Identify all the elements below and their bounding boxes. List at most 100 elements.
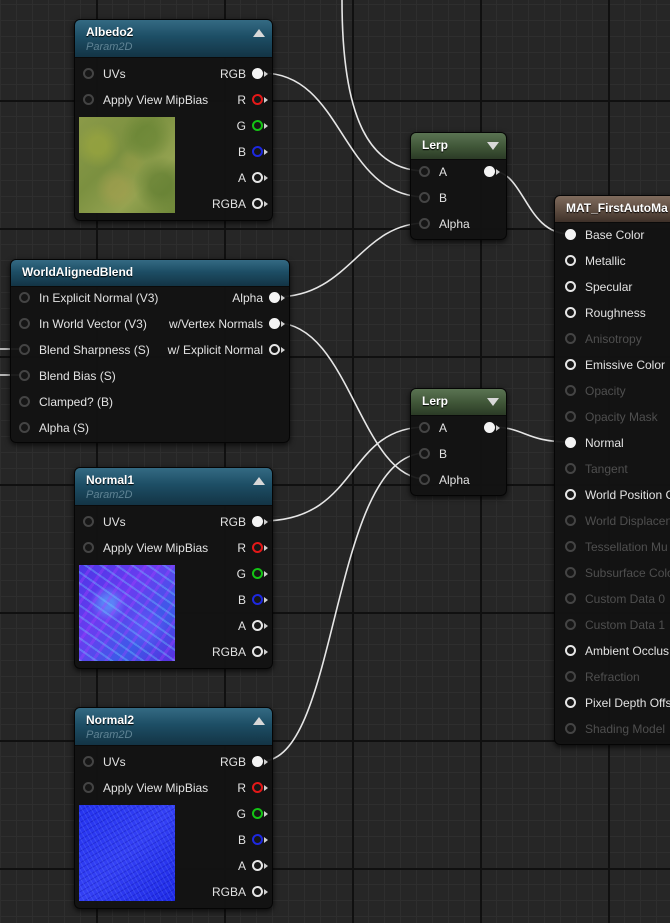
pin-icon[interactable] xyxy=(83,542,94,554)
pin-icon[interactable] xyxy=(252,146,263,158)
pin-icon[interactable] xyxy=(19,396,30,408)
collapse-icon[interactable] xyxy=(253,29,265,37)
pin-icon[interactable] xyxy=(252,94,263,106)
output-r[interactable]: R xyxy=(237,778,268,798)
pin-icon[interactable] xyxy=(565,697,576,709)
pin-icon[interactable] xyxy=(419,218,430,230)
output-rgba[interactable]: RGBA xyxy=(212,642,268,662)
output-g[interactable]: G xyxy=(237,564,268,584)
input-alpha[interactable]: Alpha xyxy=(419,470,470,490)
lerp2-node[interactable]: Lerp A B Alpha xyxy=(410,388,507,496)
input-b[interactable]: B xyxy=(419,188,447,208)
output-rgba[interactable]: RGBA xyxy=(212,194,268,214)
output-result[interactable] xyxy=(484,162,500,182)
pin-icon[interactable] xyxy=(565,255,576,267)
pin-icon[interactable] xyxy=(419,448,430,460)
pin-icon[interactable] xyxy=(269,318,280,330)
pin-icon[interactable] xyxy=(252,860,263,872)
output-b[interactable]: B xyxy=(238,590,268,610)
collapse-icon[interactable] xyxy=(487,142,499,150)
output-vertex-normals[interactable]: w/Vertex Normals xyxy=(169,314,285,334)
albedo2-header[interactable]: Albedo2 Param2D xyxy=(75,20,272,58)
pin-icon[interactable] xyxy=(565,307,576,319)
lerp2-header[interactable]: Lerp xyxy=(411,389,506,416)
collapse-icon[interactable] xyxy=(253,717,265,725)
input-world-position-offset[interactable]: World Position C xyxy=(565,485,670,505)
pin-icon[interactable] xyxy=(252,808,263,820)
normal2-header[interactable]: Normal2 Param2D xyxy=(75,708,272,746)
input-uvs[interactable]: UVs xyxy=(83,64,126,84)
pin-icon[interactable] xyxy=(252,198,263,210)
pin-icon[interactable] xyxy=(252,516,263,528)
input-base-color[interactable]: Base Color xyxy=(565,225,644,245)
pin-icon[interactable] xyxy=(565,229,576,241)
pin-icon[interactable] xyxy=(19,370,30,382)
input-alpha[interactable]: Alpha xyxy=(419,214,470,234)
lerp1-node[interactable]: Lerp A B Alpha xyxy=(410,132,507,240)
input-b[interactable]: B xyxy=(419,444,447,464)
pin-icon[interactable] xyxy=(252,782,263,794)
normal2-node[interactable]: Normal2 Param2D UVs Apply View MipBias R… xyxy=(74,707,273,909)
pin-icon[interactable] xyxy=(252,756,263,768)
material-output-node[interactable]: MAT_FirstAutoMa Base Color Metallic Spec… xyxy=(554,195,670,745)
pin-icon[interactable] xyxy=(252,542,263,554)
input-a[interactable]: A xyxy=(419,162,447,182)
input-clamped[interactable]: Clamped? (B) xyxy=(19,392,113,412)
output-rgb[interactable]: RGB xyxy=(220,752,268,772)
normal1-node[interactable]: Normal1 Param2D UVs Apply View MipBias R… xyxy=(74,467,273,669)
input-metallic[interactable]: Metallic xyxy=(565,251,626,271)
input-uvs[interactable]: UVs xyxy=(83,752,126,772)
pin-icon[interactable] xyxy=(419,166,430,178)
pin-icon[interactable] xyxy=(83,756,94,768)
pin-icon[interactable] xyxy=(83,94,94,106)
output-r[interactable]: R xyxy=(237,538,268,558)
pin-icon[interactable] xyxy=(19,422,30,434)
material-output-header[interactable]: MAT_FirstAutoMa xyxy=(555,196,670,223)
pin-icon[interactable] xyxy=(252,886,263,898)
input-apply-view-mipbias[interactable]: Apply View MipBias xyxy=(83,90,208,110)
output-rgba[interactable]: RGBA xyxy=(212,882,268,902)
output-rgb[interactable]: RGB xyxy=(220,512,268,532)
input-emissive-color[interactable]: Emissive Color xyxy=(565,355,665,375)
input-world-vector[interactable]: In World Vector (V3) xyxy=(19,314,147,334)
pin-icon[interactable] xyxy=(252,172,263,184)
world-aligned-blend-node[interactable]: WorldAlignedBlend In Explicit Normal (V3… xyxy=(10,259,290,443)
output-rgb[interactable]: RGB xyxy=(220,64,268,84)
pin-icon[interactable] xyxy=(419,474,430,486)
pin-icon[interactable] xyxy=(419,192,430,204)
pin-icon[interactable] xyxy=(83,782,94,794)
pin-icon[interactable] xyxy=(252,834,263,846)
pin-icon[interactable] xyxy=(565,437,576,449)
output-a[interactable]: A xyxy=(238,856,268,876)
pin-icon[interactable] xyxy=(83,516,94,528)
pin-icon[interactable] xyxy=(19,292,30,304)
pin-icon[interactable] xyxy=(565,489,576,501)
input-alpha[interactable]: Alpha (S) xyxy=(19,418,89,438)
pin-icon[interactable] xyxy=(565,281,576,293)
pin-icon[interactable] xyxy=(269,292,280,304)
pin-icon[interactable] xyxy=(252,594,263,606)
world-aligned-blend-header[interactable]: WorldAlignedBlend xyxy=(11,260,289,287)
input-ambient-occlusion[interactable]: Ambient Occlus xyxy=(565,641,669,661)
collapse-icon[interactable] xyxy=(487,398,499,406)
output-a[interactable]: A xyxy=(238,168,268,188)
lerp1-header[interactable]: Lerp xyxy=(411,133,506,160)
output-explicit-normal[interactable]: w/ Explicit Normal xyxy=(168,340,285,360)
output-alpha[interactable]: Alpha xyxy=(232,288,285,308)
input-apply-view-mipbias[interactable]: Apply View MipBias xyxy=(83,778,208,798)
input-specular[interactable]: Specular xyxy=(565,277,632,297)
input-roughness[interactable]: Roughness xyxy=(565,303,646,323)
pin-icon[interactable] xyxy=(484,166,495,178)
output-g[interactable]: G xyxy=(237,804,268,824)
input-blend-bias[interactable]: Blend Bias (S) xyxy=(19,366,116,386)
collapse-icon[interactable] xyxy=(253,477,265,485)
output-result[interactable] xyxy=(484,418,500,438)
pin-icon[interactable] xyxy=(419,422,430,434)
input-apply-view-mipbias[interactable]: Apply View MipBias xyxy=(83,538,208,558)
output-r[interactable]: R xyxy=(237,90,268,110)
pin-icon[interactable] xyxy=(252,646,263,658)
input-normal[interactable]: Normal xyxy=(565,433,624,453)
pin-icon[interactable] xyxy=(565,645,576,657)
pin-icon[interactable] xyxy=(83,68,94,80)
input-blend-sharpness[interactable]: Blend Sharpness (S) xyxy=(19,340,150,360)
